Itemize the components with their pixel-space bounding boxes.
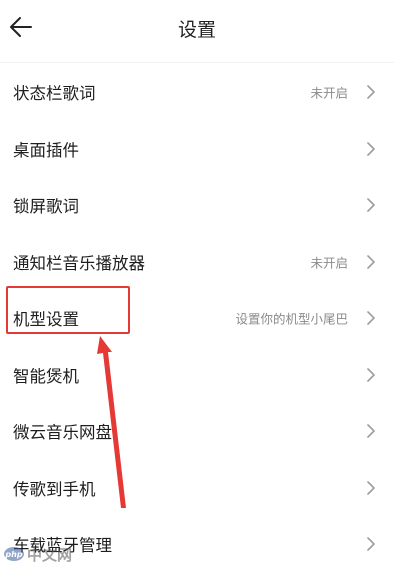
chevron-right-icon	[366, 141, 376, 156]
settings-item-label: 通知栏音乐播放器	[13, 253, 145, 273]
page-title: 设置	[177, 19, 216, 41]
settings-item-label: 桌面插件	[13, 140, 79, 160]
settings-item-status-bar-lyrics[interactable]: 状态栏歌词 未开启	[0, 64, 394, 121]
settings-item-value: 未开启	[310, 85, 348, 101]
settings-item-label: 微云音乐网盘	[13, 423, 112, 443]
watermark: php 中文网	[4, 544, 72, 564]
settings-item-lockscreen-lyrics[interactable]: 锁屏歌词	[0, 177, 394, 234]
settings-item-value: 设置你的机型小尾巴	[235, 311, 348, 327]
settings-item-label: 锁屏歌词	[13, 197, 79, 217]
settings-item-transfer-to-phone[interactable]: 传歌到手机	[0, 460, 394, 517]
chevron-right-icon	[366, 311, 376, 326]
settings-item-value: 未开启	[310, 255, 348, 271]
top-bar: 设置	[0, 0, 394, 58]
annotation-highlight-box	[6, 286, 130, 334]
chevron-right-icon	[366, 85, 376, 100]
settings-screen: 设置 状态栏歌词 未开启 桌面插件 锁屏歌词 通知栏音乐播放器 未开启 机型设置…	[0, 0, 394, 565]
chevron-right-icon	[366, 424, 376, 439]
settings-item-label: 状态栏歌词	[13, 84, 96, 104]
settings-item-label: 传歌到手机	[13, 479, 96, 499]
settings-item-smart-burn-in[interactable]: 智能煲机	[0, 347, 394, 404]
settings-item-label: 智能煲机	[13, 366, 79, 386]
settings-item-desktop-widget[interactable]: 桌面插件	[0, 121, 394, 178]
settings-item-weiyun-drive[interactable]: 微云音乐网盘	[0, 403, 394, 460]
watermark-text: 中文网	[27, 545, 73, 564]
chevron-right-icon	[366, 198, 376, 213]
chevron-right-icon	[366, 367, 376, 382]
chevron-right-icon	[366, 537, 376, 552]
watermark-logo: php	[4, 547, 24, 561]
header-divider	[0, 62, 394, 63]
chevron-right-icon	[366, 480, 376, 495]
chevron-right-icon	[366, 254, 376, 269]
settings-item-notification-player[interactable]: 通知栏音乐播放器 未开启	[0, 234, 394, 291]
